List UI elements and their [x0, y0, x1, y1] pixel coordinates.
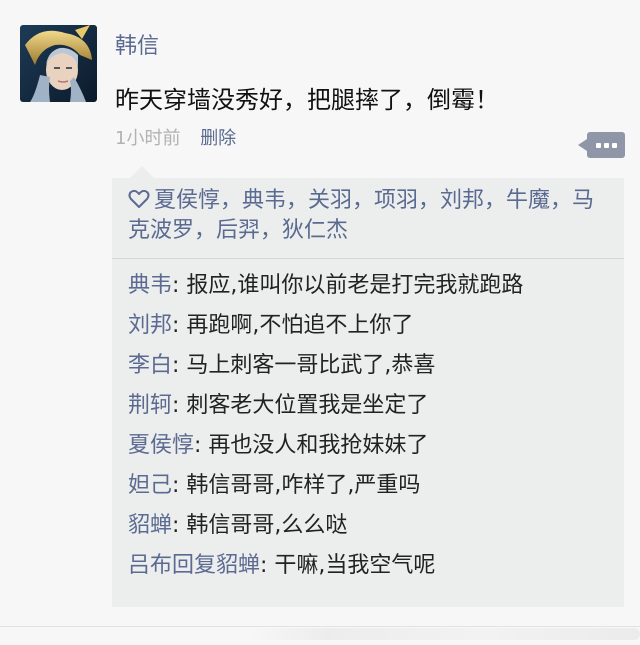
panel-pointer — [130, 166, 154, 178]
comment-author[interactable]: 貂蝉 — [128, 513, 172, 538]
comment-item[interactable]: 刘邦: 再跑啊,不怕追不上你了 — [128, 308, 523, 348]
comment-text: : 韩信哥哥,咋样了,严重吗 — [172, 473, 421, 498]
dot-icon — [612, 143, 617, 148]
comment-author[interactable]: 刘邦 — [128, 313, 172, 338]
comment-item[interactable]: 典韦: 报应,谁叫你以前老是打完我就跑路 — [128, 268, 523, 308]
author-name[interactable]: 韩信 — [115, 28, 159, 60]
comment-text: : 马上刺客一哥比武了,恭喜 — [172, 353, 436, 378]
comment-text: : 再跑啊,不怕追不上你了 — [172, 313, 414, 338]
comment-item[interactable]: 李白: 马上刺客一哥比武了,恭喜 — [128, 348, 523, 388]
next-post-preview — [250, 628, 640, 640]
post-meta: 1小时前 删除 — [115, 124, 236, 150]
comment-item[interactable]: 妲己: 韩信哥哥,咋样了,严重吗 — [128, 468, 523, 508]
comment-item[interactable]: 夏侯惇: 再也没人和我抢妹妹了 — [128, 428, 523, 468]
likes-names[interactable]: 夏侯惇，典韦，关羽，项羽，刘邦，牛魔，马克波罗，后羿，狄仁杰 — [128, 188, 594, 243]
delete-button[interactable]: 删除 — [200, 128, 236, 149]
more-options-button[interactable] — [578, 132, 625, 158]
bottom-divider — [0, 626, 640, 627]
divider — [112, 258, 624, 259]
comment-author[interactable]: 夏侯惇 — [128, 433, 194, 458]
comment-text: : 韩信哥哥,么么哒 — [172, 513, 348, 538]
comment-author[interactable]: 荆轲 — [128, 393, 172, 418]
comment-text: : 刺客老大位置我是坐定了 — [172, 393, 429, 418]
comment-list: 典韦: 报应,谁叫你以前老是打完我就跑路 刘邦: 再跑啊,不怕追不上你了 李白:… — [128, 268, 523, 588]
heart-outline-icon — [128, 188, 150, 208]
comment-item[interactable]: 荆轲: 刺客老大位置我是坐定了 — [128, 388, 523, 428]
comment-author[interactable]: 妲己 — [128, 473, 172, 498]
post-content: 昨天穿墙没秀好，把腿摔了，倒霉！ — [115, 86, 499, 114]
comment-text: : 报应,谁叫你以前老是打完我就跑路 — [172, 273, 524, 298]
likes-list: 夏侯惇，典韦，关羽，项羽，刘邦，牛魔，马克波罗，后羿，狄仁杰 — [128, 186, 608, 246]
comment-author[interactable]: 吕布回复貂蝉 — [128, 553, 260, 578]
dot-icon — [604, 143, 609, 148]
comment-text: : 干嘛,当我空气呢 — [260, 553, 436, 578]
more-arrow-icon — [578, 139, 587, 151]
comment-author[interactable]: 典韦 — [128, 273, 172, 298]
comment-author[interactable]: 李白 — [128, 353, 172, 378]
comment-text: : 再也没人和我抢妹妹了 — [194, 433, 429, 458]
post-time: 1小时前 — [115, 128, 181, 149]
avatar[interactable] — [20, 25, 97, 102]
dot-icon — [596, 143, 601, 148]
comment-item[interactable]: 吕布回复貂蝉: 干嘛,当我空气呢 — [128, 548, 523, 588]
comment-item[interactable]: 貂蝉: 韩信哥哥,么么哒 — [128, 508, 523, 548]
